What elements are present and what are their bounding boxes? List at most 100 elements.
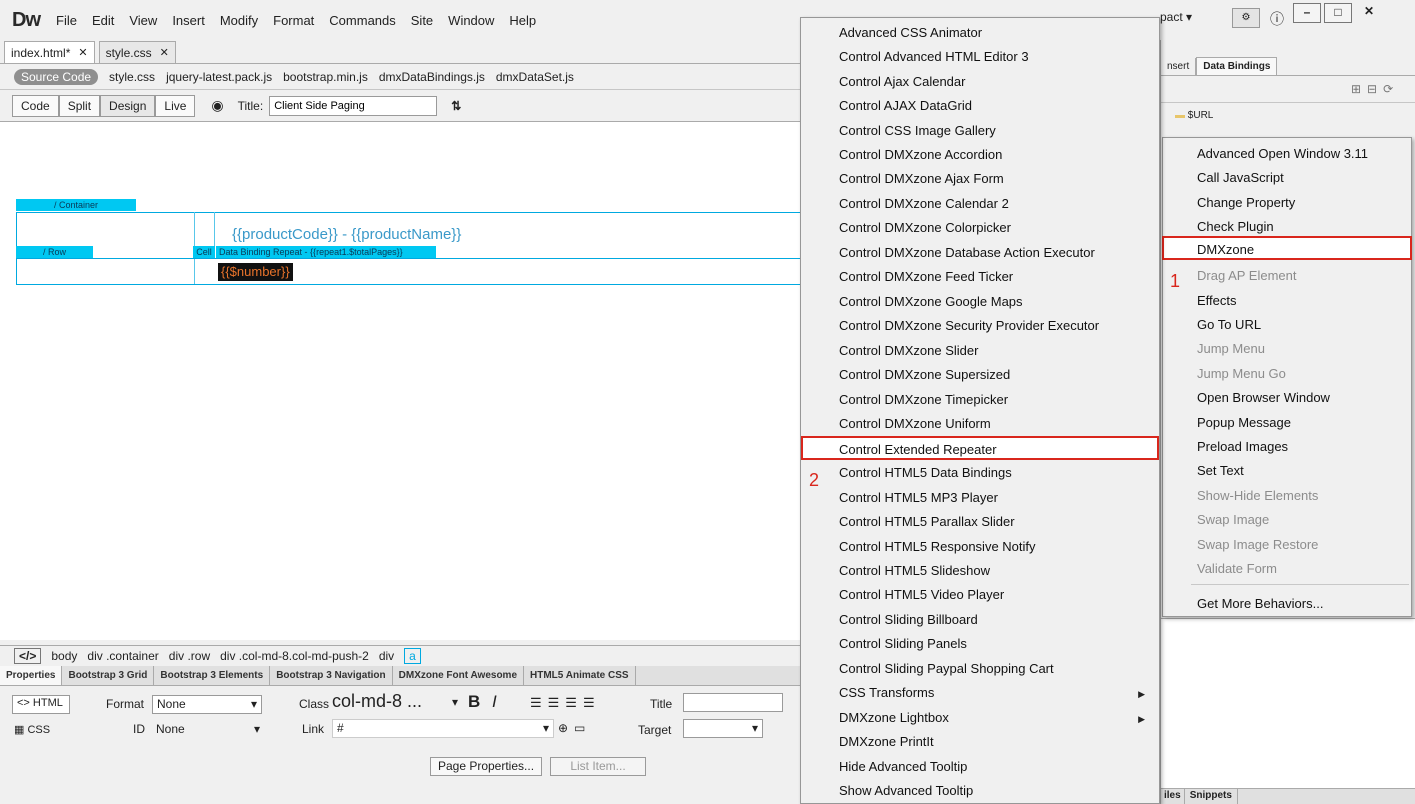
product-template[interactable]: {{productCode}} - {{productName}} xyxy=(232,226,461,243)
html-mode-button[interactable]: <> HTML xyxy=(12,695,70,714)
menu-item[interactable]: Control Sliding Paypal Shopping Cart xyxy=(839,661,1054,676)
menu-item[interactable]: Control DMXzone Feed Ticker xyxy=(839,269,1013,284)
list-format-icons[interactable]: ☰☰☰☰ xyxy=(530,695,601,711)
menu-item-preload-images[interactable]: Preload Images xyxy=(1197,439,1288,454)
menu-item-change-property[interactable]: Change Property xyxy=(1197,195,1295,210)
menu-commands[interactable]: Commands xyxy=(329,13,395,28)
menu-item-css-transforms[interactable]: CSS Transforms xyxy=(839,685,934,700)
menu-view[interactable]: View xyxy=(129,13,157,28)
format-select[interactable]: None ▾ xyxy=(152,695,262,714)
related-file[interactable]: jquery-latest.pack.js xyxy=(166,70,272,84)
menu-item[interactable]: Control DMXzone Calendar 2 xyxy=(839,196,1009,211)
tag-body[interactable]: body xyxy=(51,649,77,663)
design-view[interactable]: / Container {{productCode}} - {{productN… xyxy=(0,122,800,640)
italic-button[interactable]: I xyxy=(492,692,497,712)
code-tag-icon[interactable]: </> xyxy=(14,647,42,664)
menu-item-go-to-url[interactable]: Go To URL xyxy=(1197,317,1261,332)
menu-format[interactable]: Format xyxy=(273,13,314,28)
menu-item[interactable]: Advanced CSS Animator xyxy=(839,25,982,40)
point-to-file-icon[interactable]: ⊕ xyxy=(558,721,568,735)
menu-item-drag-ap-element[interactable]: Drag AP Element xyxy=(1197,268,1296,283)
page-properties-button[interactable]: Page Properties... xyxy=(430,757,542,776)
menu-insert[interactable]: Insert xyxy=(172,13,205,28)
menu-item-control-extended-repeater[interactable]: Control Extended Repeater xyxy=(839,442,997,457)
cell-tag[interactable]: Cell xyxy=(193,246,215,258)
menu-item[interactable]: Control DMXzone Accordion xyxy=(839,147,1002,162)
menu-item[interactable]: Control Sliding Billboard xyxy=(839,612,978,627)
menu-item-check-plugin[interactable]: Check Plugin xyxy=(1197,219,1274,234)
related-file[interactable]: dmxDataSet.js xyxy=(496,70,574,84)
menu-item[interactable]: Control DMXzone Database Action Executor xyxy=(839,245,1095,260)
menu-help[interactable]: Help xyxy=(509,13,536,28)
title-prop-input[interactable] xyxy=(683,693,783,712)
minimize-icon[interactable]: – xyxy=(1293,3,1321,23)
menu-item[interactable]: Control DMXzone Uniform xyxy=(839,416,991,431)
sort-icon[interactable]: ⇅ xyxy=(451,99,461,113)
menu-item-advanced-open-window[interactable]: Advanced Open Window 3.11 xyxy=(1197,146,1368,161)
menu-item[interactable]: Hide Advanced Tooltip xyxy=(839,759,967,774)
menu-item-jump-menu[interactable]: Jump Menu xyxy=(1197,341,1265,356)
row-tag[interactable]: / Row xyxy=(16,246,93,258)
list-item-button[interactable]: List Item... xyxy=(550,757,646,776)
id-select[interactable]: None ▾ xyxy=(156,722,260,736)
menu-item[interactable]: Control HTML5 Responsive Notify xyxy=(839,539,1036,554)
sync-icon[interactable]: ⚙ xyxy=(1232,8,1260,28)
bold-button[interactable]: B xyxy=(468,692,480,712)
menu-edit[interactable]: Edit xyxy=(92,13,114,28)
info-icon[interactable]: ⓘ xyxy=(1270,9,1284,29)
link-input[interactable]: # ▾ xyxy=(332,719,554,738)
menu-site[interactable]: Site xyxy=(411,13,433,28)
tab-bootstrap-navigation[interactable]: Bootstrap 3 Navigation xyxy=(270,666,393,685)
menu-item[interactable]: Control DMXzone Security Provider Execut… xyxy=(839,318,1099,333)
menu-modify[interactable]: Modify xyxy=(220,13,258,28)
menu-file[interactable]: File xyxy=(56,13,77,28)
split-view-button[interactable]: Split xyxy=(58,94,101,117)
menu-item[interactable]: Control AJAX DataGrid xyxy=(839,98,972,113)
menu-item-swap-image-restore[interactable]: Swap Image Restore xyxy=(1197,537,1318,552)
tag-div-col[interactable]: div .col-md-8.col-md-push-2 xyxy=(220,649,369,663)
menu-item[interactable]: Control DMXzone Google Maps xyxy=(839,294,1023,309)
tag-div-row[interactable]: div .row xyxy=(169,649,210,663)
folder-icon[interactable]: ▭ xyxy=(574,721,585,735)
menu-item-show-hide-elements[interactable]: Show-Hide Elements xyxy=(1197,488,1318,503)
tree-item-url[interactable]: ▬ $URL xyxy=(1175,110,1213,121)
css-mode-button[interactable]: ▦ CSS xyxy=(14,723,50,736)
close-tab-icon[interactable]: ✕ xyxy=(160,46,169,59)
target-select[interactable]: ▾ xyxy=(683,719,763,738)
menu-item-popup-message[interactable]: Popup Message xyxy=(1197,415,1291,430)
menu-item[interactable]: Control Advanced HTML Editor 3 xyxy=(839,49,1029,64)
related-file[interactable]: bootstrap.min.js xyxy=(283,70,368,84)
page-title-input[interactable] xyxy=(269,95,438,116)
tag-a[interactable]: a xyxy=(404,647,421,664)
live-view-button[interactable]: Live xyxy=(155,94,196,117)
tab-font-awesome[interactable]: DMXzone Font Awesome xyxy=(393,666,525,685)
menu-item-dmxzone-lightbox[interactable]: DMXzone Lightbox xyxy=(839,710,949,725)
menu-item[interactable]: Control DMXzone Timepicker xyxy=(839,392,1008,407)
menu-item[interactable]: Control HTML5 Slideshow xyxy=(839,563,990,578)
tab-insert[interactable]: nsert xyxy=(1161,58,1197,75)
menu-item[interactable]: Control HTML5 Parallax Slider xyxy=(839,514,1015,529)
workspace-switcher[interactable]: pact ▾ xyxy=(1160,10,1192,24)
menu-item-swap-image[interactable]: Swap Image xyxy=(1197,512,1269,527)
container-tag[interactable]: / Container xyxy=(16,199,136,211)
menu-item[interactable]: Control HTML5 Video Player xyxy=(839,587,1004,602)
menu-item[interactable]: Control HTML5 Data Bindings xyxy=(839,465,1012,480)
tab-data-bindings[interactable]: Data Bindings xyxy=(1196,57,1278,75)
menu-window[interactable]: Window xyxy=(448,13,494,28)
menu-item[interactable]: Control DMXzone Slider xyxy=(839,343,978,358)
panel-toolbar-icons[interactable]: ⊞⊟⟳ xyxy=(1351,82,1399,96)
related-file[interactable]: dmxDataBindings.js xyxy=(379,70,485,84)
menu-item[interactable]: DMXzone PrintIt xyxy=(839,734,934,749)
close-tab-icon[interactable]: ✕ xyxy=(78,46,87,59)
globe-icon[interactable]: ◉ xyxy=(211,97,223,114)
menu-item-get-more-behaviors[interactable]: Get More Behaviors... xyxy=(1197,596,1323,611)
source-code-button[interactable]: Source Code xyxy=(14,68,99,85)
class-select[interactable]: col-md-8 ... ▾ xyxy=(332,691,458,712)
menu-item[interactable]: Show Advanced Tooltip xyxy=(839,783,973,798)
menu-item-effects[interactable]: Effects xyxy=(1197,293,1237,308)
related-file[interactable]: style.css xyxy=(109,70,155,84)
tab-style-css[interactable]: style.css ✕ xyxy=(98,41,176,63)
menu-item[interactable]: Control Sliding Panels xyxy=(839,636,967,651)
tab-bootstrap-elements[interactable]: Bootstrap 3 Elements xyxy=(154,666,271,685)
menu-item[interactable]: Control CSS Image Gallery xyxy=(839,123,996,138)
